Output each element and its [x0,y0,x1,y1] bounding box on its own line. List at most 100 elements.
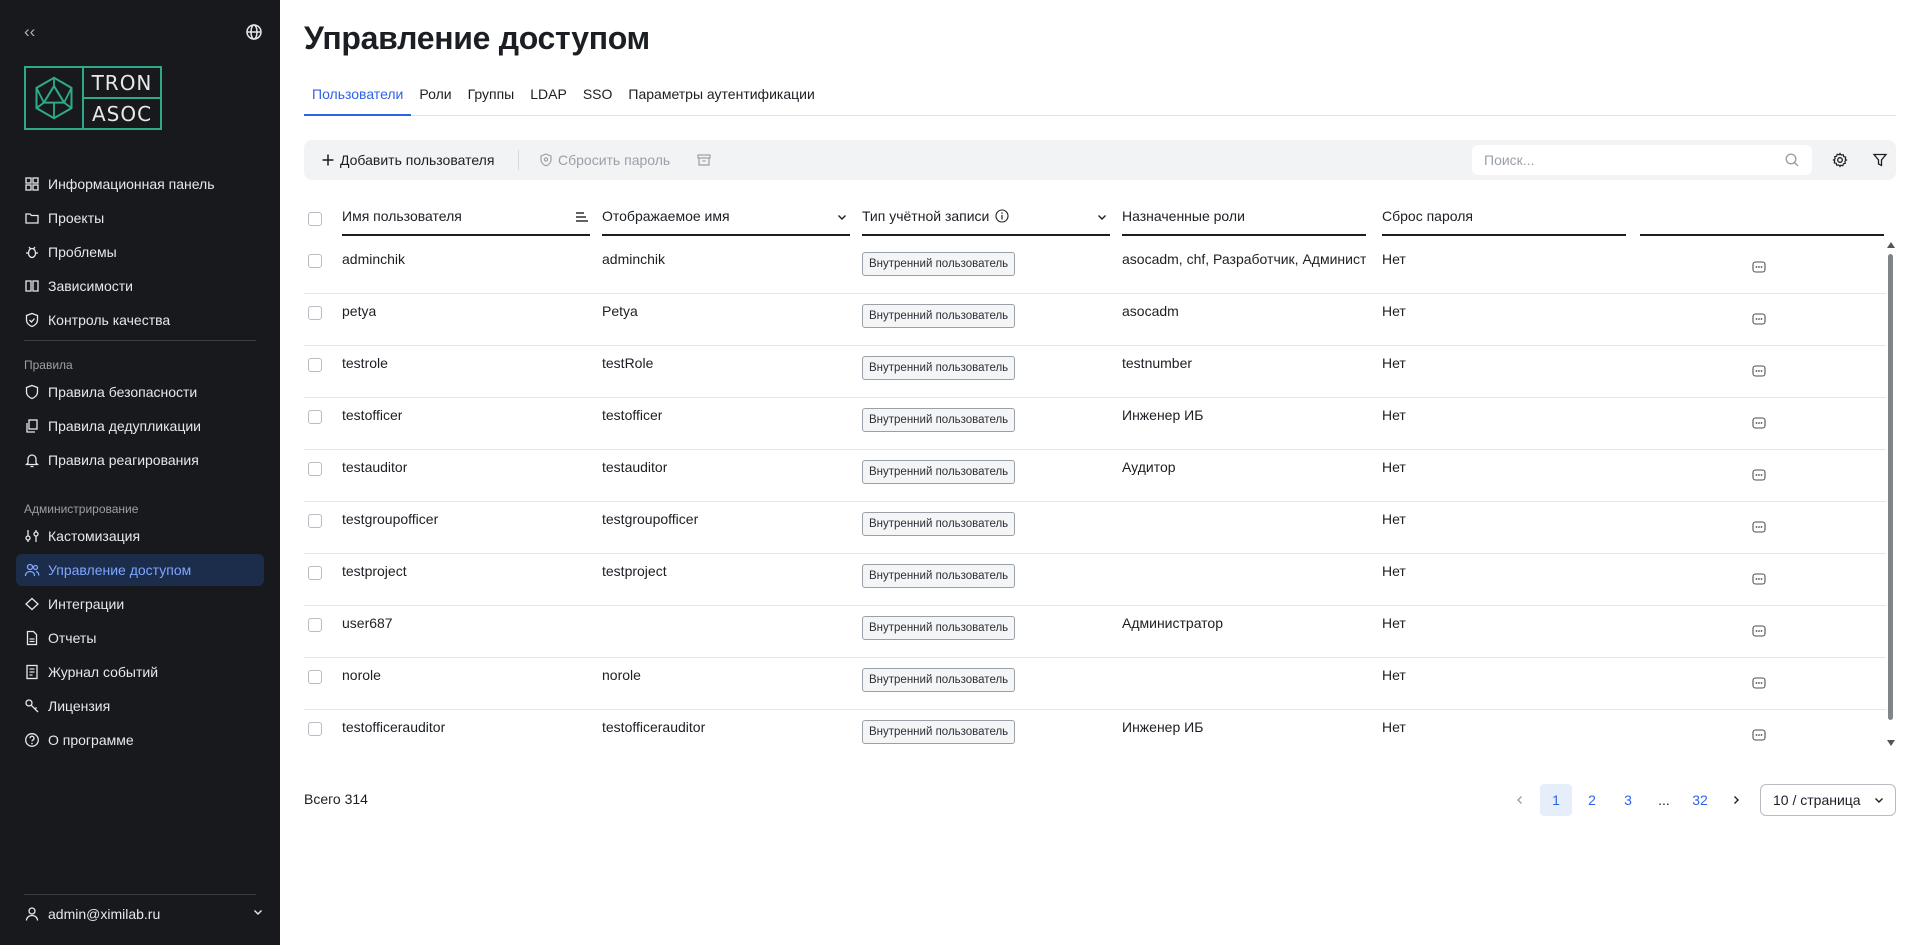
more-actions-icon[interactable] [1752,624,1766,638]
page-button[interactable]: 2 [1576,784,1608,816]
sidebar-item-security-rules[interactable]: Правила безопасности [16,376,264,408]
table-row[interactable]: testofficerauditor testofficerauditor Вн… [304,710,1886,762]
journal-icon [24,664,40,680]
more-actions-icon[interactable] [1752,468,1766,482]
row-checkbox[interactable] [308,254,322,268]
more-actions-icon[interactable] [1752,364,1766,378]
row-checkbox[interactable] [308,618,322,632]
table-row[interactable]: testrole testRole Внутренний пользовател… [304,346,1886,398]
cell-display-name: testofficerauditor [602,719,706,735]
cell-username: testrole [342,355,388,371]
more-actions-icon[interactable] [1752,416,1766,430]
page-button[interactable]: 32 [1684,784,1716,816]
integration-icon [24,596,40,612]
tab-ldap[interactable]: LDAP [522,82,575,116]
add-user-button[interactable]: Добавить пользователя [320,140,494,180]
sidebar-item-reports[interactable]: Отчеты [16,622,264,654]
page-ellipsis[interactable]: ... [1648,784,1680,816]
row-checkbox[interactable] [308,670,322,684]
sidebar-item-customization[interactable]: Кастомизация [16,520,264,552]
tab-sso[interactable]: SSO [575,82,621,116]
more-actions-icon[interactable] [1752,312,1766,326]
prev-page-button[interactable] [1504,784,1536,816]
column-header-assigned-roles[interactable]: Назначенные роли [1122,198,1366,236]
scroll-down-icon[interactable] [1887,740,1895,746]
row-checkbox[interactable] [308,566,322,580]
archive-icon[interactable] [696,152,712,168]
gear-icon[interactable] [1832,152,1848,168]
chevron-down-icon[interactable] [1094,209,1110,225]
page-size-select[interactable]: 10 / страница [1760,784,1896,816]
sidebar-item-access-management[interactable]: Управление доступом [16,554,264,586]
collapse-sidebar-icon[interactable]: ‹‹ [24,22,35,42]
sidebar-item-projects[interactable]: Проекты [16,202,264,234]
page-button[interactable]: 1 [1540,784,1572,816]
row-checkbox[interactable] [308,358,322,372]
column-header-username[interactable]: Имя пользователя [342,198,590,236]
column-header-actions [1640,198,1884,236]
sidebar-item-dashboard[interactable]: Информационная панель [16,168,264,200]
tab-groups[interactable]: Группы [460,82,523,116]
tab-roles[interactable]: Роли [411,82,459,116]
next-page-button[interactable] [1720,784,1752,816]
more-actions-icon[interactable] [1752,728,1766,742]
sidebar-item-integrations[interactable]: Интеграции [16,588,264,620]
globe-icon[interactable] [244,22,264,42]
select-all-checkbox[interactable] [308,212,322,226]
scroll-up-icon[interactable] [1887,242,1895,248]
table-scrollbar[interactable] [1886,242,1896,746]
search-input[interactable] [1484,152,1774,168]
row-checkbox[interactable] [308,306,322,320]
sidebar-item-response-rules[interactable]: Правила реагирования [16,444,264,476]
table-row[interactable]: testofficer testofficer Внутренний польз… [304,398,1886,450]
reset-password-button[interactable]: Сбросить пароль [538,140,670,180]
more-actions-icon[interactable] [1752,520,1766,534]
table-row[interactable]: petya Petya Внутренний пользователь asoc… [304,294,1886,346]
user-email: admin@ximilab.ru [48,906,161,922]
column-header-account-type[interactable]: Тип учётной записи [862,198,1110,236]
more-actions-icon[interactable] [1752,572,1766,586]
cell-username: petya [342,303,377,319]
table-row[interactable]: user687 Внутренний пользователь Админист… [304,606,1886,658]
sidebar: ‹‹ TRON ASOC Информационная панель Проек… [0,0,280,945]
info-icon[interactable] [995,209,1009,223]
sidebar-item-dedup-rules[interactable]: Правила дедупликации [16,410,264,442]
page-button[interactable]: 3 [1612,784,1644,816]
sidebar-item-event-log[interactable]: Журнал событий [16,656,264,688]
sidebar-divider [24,894,256,895]
table-row[interactable]: testauditor testauditor Внутренний польз… [304,450,1886,502]
table-row[interactable]: adminchik adminchik Внутренний пользоват… [304,242,1886,294]
column-header-password-reset[interactable]: Сброс пароля [1382,198,1626,236]
chevron-down-icon[interactable] [834,209,850,225]
row-checkbox[interactable] [308,410,322,424]
cell-password-reset: Нет [1382,355,1406,371]
sort-icon[interactable] [574,209,590,225]
cell-password-reset: Нет [1382,511,1406,527]
more-actions-icon[interactable] [1752,676,1766,690]
column-header-display-name[interactable]: Отображаемое имя [602,198,850,236]
sidebar-item-about[interactable]: О программе [16,724,264,756]
table-row[interactable]: norole norole Внутренний пользователь Не… [304,658,1886,710]
row-checkbox[interactable] [308,722,322,736]
more-actions-icon[interactable] [1752,260,1766,274]
tron-asoc-logo[interactable]: TRON ASOC [24,66,162,130]
page-size-value: 10 / страница [1773,792,1861,808]
filter-icon[interactable] [1872,152,1888,168]
row-checkbox[interactable] [308,514,322,528]
sidebar-item-quality-control[interactable]: Контроль качества [16,304,264,336]
add-user-label: Добавить пользователя [340,152,495,168]
sidebar-item-label: Проблемы [48,244,117,260]
sidebar-item-issues[interactable]: Проблемы [16,236,264,268]
sidebar-item-dependencies[interactable]: Зависимости [16,270,264,302]
tab-auth-params[interactable]: Параметры аутентификации [620,82,822,116]
scrollbar-thumb[interactable] [1888,254,1893,720]
row-checkbox[interactable] [308,462,322,476]
search-icon[interactable] [1784,152,1800,168]
cell-username: testofficerauditor [342,719,446,735]
user-menu[interactable]: admin@ximilab.ru [24,902,264,926]
table-row[interactable]: testgroupofficer testgroupofficer Внутре… [304,502,1886,554]
table-row[interactable]: testproject testproject Внутренний польз… [304,554,1886,606]
sidebar-item-license[interactable]: Лицензия [16,690,264,722]
report-icon [24,630,40,646]
tab-users[interactable]: Пользователи [304,82,412,116]
